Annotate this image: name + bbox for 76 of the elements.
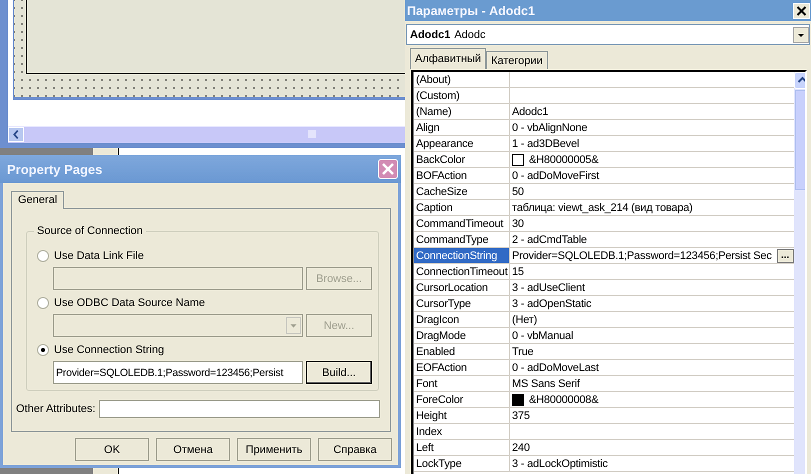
property-name[interactable]: Height bbox=[414, 408, 510, 423]
radio-label: Use ODBC Data Source Name bbox=[54, 297, 205, 309]
color-value: &H80000008& bbox=[529, 394, 598, 406]
property-value[interactable]: 3 - adUseClient bbox=[510, 280, 794, 295]
dialog-button[interactable]: Справка bbox=[318, 438, 392, 461]
group-title: Source of Connection bbox=[36, 225, 144, 237]
property-value[interactable]: Adodc1 bbox=[510, 104, 794, 119]
tab[interactable]: General bbox=[11, 191, 64, 209]
property-name[interactable]: (Custom) bbox=[414, 88, 510, 103]
property-value-cell[interactable]: &H80000005& bbox=[510, 152, 794, 167]
property-name[interactable]: CacheSize bbox=[414, 184, 510, 199]
property-name[interactable]: EOFAction bbox=[414, 360, 510, 375]
property-name[interactable]: BOFAction bbox=[414, 168, 510, 183]
property-name[interactable]: ForeColor bbox=[414, 392, 510, 407]
property-value[interactable]: 1 - ad3DBevel bbox=[510, 136, 794, 151]
property-value[interactable]: 375 bbox=[510, 408, 794, 423]
close-icon[interactable] bbox=[793, 2, 810, 18]
property-value-cell[interactable]: &H80000008& bbox=[510, 392, 794, 407]
property-value[interactable]: 0 - vbAlignNone bbox=[510, 120, 794, 135]
property-name[interactable]: CommandTimeout bbox=[414, 216, 510, 231]
text-field[interactable] bbox=[99, 400, 380, 418]
radio-button[interactable] bbox=[37, 344, 49, 356]
property-name[interactable]: ConnectionTimeout bbox=[414, 264, 510, 279]
property-value[interactable]: 240 bbox=[510, 440, 794, 455]
object-type: Adodc bbox=[454, 28, 486, 40]
property-value[interactable]: 0 - adDoMoveFirst bbox=[510, 168, 794, 183]
property-value[interactable]: True bbox=[510, 344, 794, 359]
color-value: &H80000005& bbox=[529, 154, 598, 166]
dialog-button[interactable]: OK bbox=[75, 438, 149, 461]
scroll-thumb[interactable] bbox=[794, 90, 805, 190]
property-value[interactable]: 15 bbox=[510, 264, 794, 279]
radio-label: Use Data Link File bbox=[54, 250, 144, 262]
property-value[interactable]: таблица: viewt_ask_214 (вид товара) bbox=[510, 200, 794, 215]
property-value-cell[interactable]: Provider=SQLOLEDB.1;Password=123456;Persist Sec ... bbox=[510, 248, 794, 263]
property-name[interactable]: DragMode bbox=[414, 328, 510, 343]
property-name[interactable]: CursorType bbox=[414, 296, 510, 311]
property-name[interactable]: Index bbox=[414, 424, 510, 439]
property-value[interactable]: 2 - adCmdTable bbox=[510, 232, 794, 247]
property-value[interactable]: 3 - adOpenStatic bbox=[510, 296, 794, 311]
connection-value: Provider=SQLOLEDB.1;Password=123456;Persist Sec bbox=[512, 250, 772, 262]
object-name: Adodc1 bbox=[410, 28, 450, 40]
tab[interactable]: Алфавитный bbox=[410, 48, 486, 69]
dialog-button[interactable]: Применить bbox=[237, 438, 311, 461]
property-value[interactable]: 50 bbox=[510, 184, 794, 199]
property-name[interactable]: (About) bbox=[414, 72, 510, 87]
property-name[interactable]: DragIcon bbox=[414, 312, 510, 327]
tab[interactable]: Категории bbox=[486, 51, 548, 69]
radio-label: Use Connection String bbox=[54, 344, 164, 356]
property-name[interactable]: CursorLocation bbox=[414, 280, 510, 295]
property-value[interactable]: MS Sans Serif bbox=[510, 376, 794, 391]
dialog-button[interactable]: Отмена bbox=[156, 438, 230, 461]
text-field[interactable]: Provider=SQLOLEDB.1;Password=123456;Persist bbox=[53, 361, 303, 384]
option-button[interactable]: Build... bbox=[306, 361, 372, 384]
property-value[interactable]: 3 - adLockOptimistic bbox=[510, 456, 794, 471]
property-name[interactable]: Align bbox=[414, 120, 510, 135]
property-name[interactable]: Left bbox=[414, 440, 510, 455]
property-name[interactable]: Font bbox=[414, 376, 510, 391]
property-name[interactable]: (Name) bbox=[414, 104, 510, 119]
property-name[interactable]: LockType bbox=[414, 456, 510, 471]
property-value[interactable]: 30 bbox=[510, 216, 794, 231]
property-name[interactable]: Enabled bbox=[414, 344, 510, 359]
property-value[interactable]: (Нет) bbox=[510, 312, 794, 327]
property-value[interactable]: 0 - adDoMoveLast bbox=[510, 360, 794, 375]
property-name[interactable]: Appearance bbox=[414, 136, 510, 151]
property-name[interactable]: ConnectionString bbox=[414, 248, 510, 263]
dialog-title: Property Pages bbox=[7, 162, 102, 176]
horizontal-scrollbar[interactable] bbox=[8, 126, 405, 143]
property-name[interactable]: Caption bbox=[414, 200, 510, 215]
field-label: Other Attributes: bbox=[16, 403, 96, 415]
window-title: Параметры - Adodc1 bbox=[407, 4, 535, 18]
scroll-grip-icon[interactable] bbox=[307, 127, 317, 141]
property-value[interactable]: 0 - vbManual bbox=[510, 328, 794, 343]
ellipsis-button[interactable]: ... bbox=[776, 248, 794, 262]
object-dropdown[interactable]: Adodc1 Adodc bbox=[406, 24, 810, 45]
property-name[interactable]: BackColor bbox=[414, 152, 510, 167]
property-name[interactable]: CommandType bbox=[414, 232, 510, 247]
